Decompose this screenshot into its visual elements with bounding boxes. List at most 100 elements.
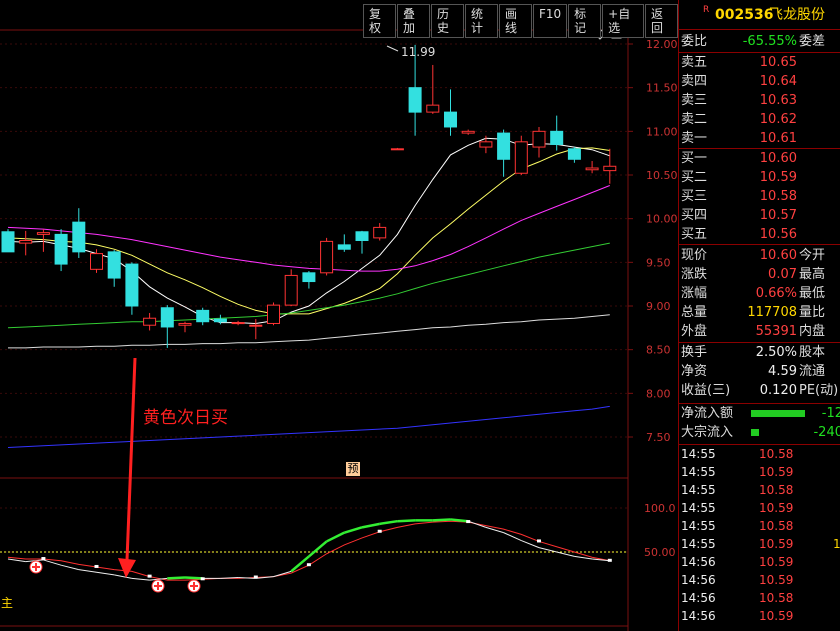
price-axis-tick: 10.00 bbox=[646, 213, 678, 226]
quote-row: 涨跌 0.07 最高 bbox=[681, 265, 839, 284]
stock-badge: R bbox=[703, 5, 710, 15]
quote-right-label: 内盘 bbox=[799, 324, 826, 339]
ma-line-ma120 bbox=[8, 314, 610, 349]
buy-signal-icon bbox=[151, 579, 165, 593]
quote-value: 0.66% bbox=[755, 286, 797, 301]
candle bbox=[196, 307, 210, 326]
fundamental-label: 净资 bbox=[681, 364, 708, 379]
toolbar-button-3[interactable]: 统计 bbox=[465, 4, 498, 38]
buy-signal-icon bbox=[187, 579, 201, 593]
tick-row: 14:56 10.59 bbox=[681, 553, 839, 571]
candle bbox=[461, 129, 475, 135]
tick-time: 14:55 bbox=[681, 447, 716, 461]
kd-k-segment bbox=[184, 576, 203, 580]
price-axis: 12.00 11.50 11.00 10.50 10.00 9.50 9.00 8.50 8.0… bbox=[628, 38, 678, 559]
toolbar-button-8[interactable]: 返回 bbox=[644, 4, 678, 38]
tick-time: 14:55 bbox=[681, 483, 716, 497]
annotation-text: 黄色次日买 bbox=[143, 408, 228, 428]
weici-label: 委差 bbox=[799, 34, 826, 49]
quote-row: 外盘 55391 内盘 bbox=[681, 322, 839, 341]
stock-header: R 002536 飞龙股份 bbox=[681, 4, 839, 26]
candle bbox=[160, 305, 174, 348]
candle bbox=[337, 234, 351, 252]
tick-price: 10.59 bbox=[759, 609, 794, 623]
kd-k-segment bbox=[308, 540, 328, 558]
buy-row: 买四 10.57 bbox=[681, 206, 839, 225]
tick-time: 14:55 bbox=[681, 519, 716, 533]
tick-row: 14:56 10.59 bbox=[681, 607, 839, 625]
toolbar-button-6[interactable]: 标记 bbox=[568, 4, 602, 38]
candle bbox=[567, 147, 581, 163]
fundamental-label: 换手 bbox=[681, 345, 708, 360]
tick-price: 10.59 bbox=[759, 555, 794, 569]
tick-row: 14:55 10.59 bbox=[681, 463, 839, 481]
candle bbox=[72, 208, 86, 258]
toolbar-button-4[interactable]: 画线 bbox=[499, 4, 532, 38]
kd-k-segment bbox=[538, 547, 557, 553]
fundamental-row: 收益(三) 0.120 PE(动) bbox=[681, 381, 839, 400]
quote-row: 现价 10.60 今开 bbox=[681, 246, 839, 265]
fundamental-label: 收益(三) bbox=[681, 383, 731, 398]
ma-line-ma250 bbox=[7, 405, 610, 448]
kd-k-segment bbox=[556, 551, 575, 557]
candle bbox=[302, 271, 316, 289]
tick-time: 14:55 bbox=[681, 537, 716, 551]
kd-k-segment bbox=[468, 520, 487, 528]
kline-chart[interactable]: 12.00 11.50 11.00 10.50 10.00 9.50 9.00 8.50 8.0… bbox=[0, 0, 678, 631]
candle bbox=[444, 89, 457, 136]
toolbar-button-1[interactable]: 叠加 bbox=[397, 4, 430, 38]
moving-averages bbox=[7, 137, 610, 448]
candle bbox=[143, 312, 157, 331]
tick-time: 14:56 bbox=[681, 609, 716, 623]
tick-extra: 1 bbox=[833, 537, 840, 551]
kd-k-segment bbox=[397, 519, 416, 523]
sell-price: 10.62 bbox=[759, 112, 797, 127]
kd-k-segment bbox=[131, 577, 150, 581]
toolbar-button-7[interactable]: +自选 bbox=[602, 4, 644, 38]
tick-price: 10.59 bbox=[759, 501, 794, 515]
tick-price: 10.58 bbox=[759, 447, 794, 461]
price-axis-tick: 11.50 bbox=[646, 82, 678, 95]
kd-k-segment bbox=[432, 518, 451, 522]
flow-bar bbox=[751, 410, 805, 417]
weibi-label: 委比 bbox=[681, 34, 708, 49]
candle bbox=[107, 250, 121, 287]
fundamental-row: 净资 4.59 流通 bbox=[681, 362, 839, 381]
buy-price: 10.57 bbox=[759, 208, 797, 223]
tick-price: 10.59 bbox=[759, 537, 794, 551]
kd-marker bbox=[466, 520, 471, 524]
sell-price: 10.61 bbox=[759, 131, 797, 146]
kd-k-segment bbox=[521, 540, 540, 549]
candle bbox=[54, 229, 68, 272]
sell-price: 10.65 bbox=[759, 55, 797, 70]
price-axis-tick: 11.00 bbox=[646, 125, 678, 138]
flow-row: 净流入额 -12 bbox=[681, 404, 840, 423]
toolbar-button-5[interactable]: F10 bbox=[533, 4, 568, 38]
buy-price: 10.56 bbox=[759, 227, 797, 242]
kd-k-segment bbox=[167, 576, 186, 580]
quote-value: 55391 bbox=[755, 324, 797, 339]
indicator-axis-tick: 50.00 bbox=[644, 546, 676, 559]
price-axis-tick: 8.00 bbox=[646, 387, 671, 400]
toolbar-button-0[interactable]: 复权 bbox=[363, 4, 396, 38]
kd-d-line bbox=[7, 520, 610, 581]
kd-marker bbox=[306, 563, 311, 567]
sell-price: 10.63 bbox=[759, 93, 797, 108]
kd-k-segment bbox=[326, 531, 345, 543]
tick-time: 14:55 bbox=[681, 465, 716, 479]
candle bbox=[1, 229, 15, 253]
kd-k-segment bbox=[361, 522, 380, 529]
quote-right-label: 最高 bbox=[799, 267, 826, 282]
buy-row: 买五 10.56 bbox=[681, 225, 839, 244]
toolbar-button-2[interactable]: 历史 bbox=[431, 4, 464, 38]
chart-area[interactable]: 12.00 11.50 11.00 10.50 10.00 9.50 9.00 8.50 8.0… bbox=[0, 0, 678, 631]
annotation-arrow-line bbox=[125, 357, 137, 561]
price-axis-tick: 10.50 bbox=[646, 169, 678, 182]
kd-marker bbox=[147, 574, 152, 578]
flow-bar bbox=[751, 429, 759, 436]
kd-k-segment bbox=[96, 571, 115, 576]
tick-time: 14:56 bbox=[681, 573, 716, 587]
tick-row: 14:56 10.58 bbox=[681, 589, 839, 607]
sell-label: 卖五 bbox=[681, 55, 708, 70]
kd-k-segment bbox=[450, 518, 469, 523]
